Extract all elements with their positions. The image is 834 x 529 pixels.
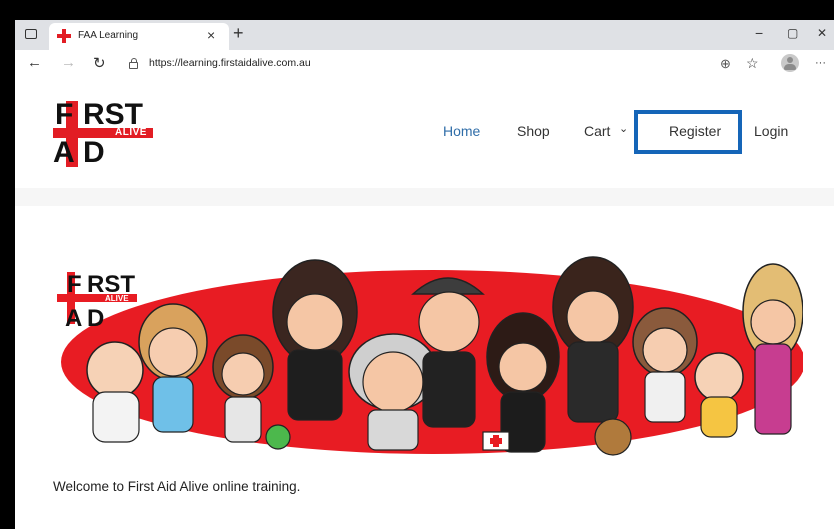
tab-title: FAA Learning — [78, 30, 139, 41]
close-window-button[interactable]: ✕ — [817, 26, 827, 40]
nav-login[interactable]: Login — [754, 123, 788, 139]
profile-avatar[interactable] — [781, 54, 799, 72]
banner-logo-d: D — [87, 305, 104, 332]
reload-button[interactable]: ↻ — [93, 54, 106, 72]
site-header: F RST ALIVE A D Home Shop Cart ⌄ Registe… — [15, 78, 834, 188]
nav-shop[interactable]: Shop — [517, 123, 550, 139]
lock-icon[interactable] — [129, 58, 138, 69]
close-tab-icon[interactable]: × — [207, 27, 215, 43]
minimize-button[interactable]: − — [755, 25, 763, 41]
nav-cart[interactable]: Cart — [584, 123, 610, 139]
welcome-text: Welcome to First Aid Alive online traini… — [53, 479, 301, 494]
logo-alive-badge: ALIVE — [115, 127, 147, 138]
address-bar[interactable]: https://learning.firstaidalive.com.au — [123, 54, 718, 74]
tab-strip: FAA Learning × + − ▢ ✕ — [15, 20, 834, 50]
logo-letter-a: A — [53, 136, 75, 169]
browser-toolbar: ← → ↻ https://learning.firstaidalive.com… — [15, 50, 834, 79]
team-caricature-banner: F RST ALIVE A D — [57, 256, 803, 456]
nav-register[interactable]: Register — [669, 123, 721, 139]
logo-letter-d: D — [83, 136, 105, 169]
url-text[interactable]: https://learning.firstaidalive.com.au — [149, 57, 311, 69]
tab-actions-icon[interactable] — [25, 29, 37, 39]
new-tab-button[interactable]: + — [233, 23, 244, 44]
banner-logo-alive: ALIVE — [105, 294, 129, 303]
favorites-icon[interactable]: ☆ — [746, 55, 759, 72]
zoom-icon[interactable]: ⊕ — [720, 56, 731, 72]
first-aid-cross-icon — [57, 29, 71, 43]
browser-window: FAA Learning × + − ▢ ✕ ← → ↻ https://lea… — [15, 20, 834, 529]
logo-letter-f: F — [55, 98, 74, 131]
forward-button[interactable]: → — [61, 54, 76, 71]
back-button[interactable]: ← — [27, 54, 42, 71]
logo-word-rst: RST — [83, 98, 143, 131]
chevron-down-icon[interactable]: ⌄ — [619, 122, 628, 135]
maximize-button[interactable]: ▢ — [787, 26, 798, 40]
banner-logo-a: A — [65, 305, 82, 332]
banner-logo-f: F — [67, 271, 82, 298]
header-divider-band — [15, 188, 834, 206]
browser-tab[interactable]: FAA Learning × — [49, 23, 229, 50]
nav-home[interactable]: Home — [443, 123, 480, 139]
settings-menu-button[interactable]: ··· — [815, 57, 826, 69]
site-logo[interactable]: F RST ALIVE A D — [53, 98, 163, 168]
